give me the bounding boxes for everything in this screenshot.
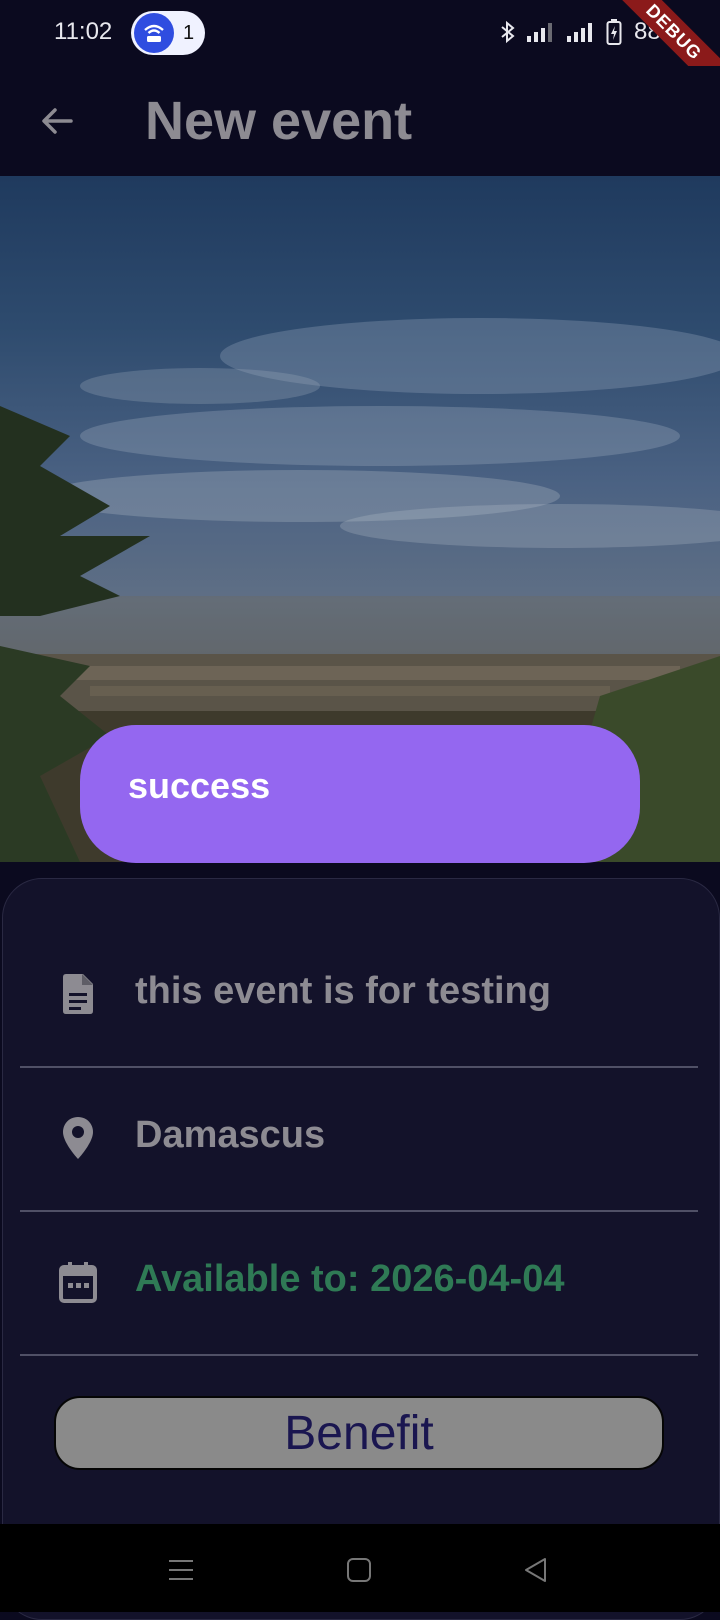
description-row: this event is for testing bbox=[20, 922, 698, 1066]
hotspot-count: 1 bbox=[183, 21, 195, 44]
event-location: Damascus bbox=[135, 1114, 326, 1156]
hotspot-indicator[interactable]: 1 bbox=[131, 11, 205, 55]
home-button[interactable] bbox=[339, 1550, 379, 1590]
bluetooth-icon bbox=[501, 20, 515, 44]
availability-row: Available to: 2026-04-04 bbox=[20, 1210, 698, 1354]
battery-icon bbox=[606, 19, 622, 45]
location-row: Damascus bbox=[20, 1066, 698, 1210]
menu-icon bbox=[169, 1560, 193, 1580]
system-nav-bar bbox=[0, 1524, 720, 1612]
calendar-icon bbox=[56, 1260, 100, 1304]
triangle-back-icon bbox=[525, 1558, 546, 1582]
event-description: this event is for testing bbox=[135, 970, 551, 1012]
back-nav-button[interactable] bbox=[516, 1550, 556, 1590]
document-icon bbox=[56, 972, 100, 1016]
status-bar: 11:02 1 DEBUG bbox=[0, 0, 720, 106]
signal-icon-2 bbox=[567, 23, 592, 42]
back-button[interactable] bbox=[30, 94, 84, 148]
home-icon bbox=[347, 1558, 371, 1582]
benefit-button[interactable]: Benefit bbox=[54, 1396, 664, 1470]
page-title: New event bbox=[145, 91, 413, 151]
success-snackbar: success bbox=[80, 725, 640, 863]
app-bar: New event bbox=[0, 66, 720, 176]
arrow-left-icon bbox=[42, 108, 73, 134]
snackbar-message: success bbox=[128, 765, 271, 806]
divider bbox=[20, 1354, 698, 1356]
signal-icon bbox=[527, 23, 552, 42]
availability-date: Available to: 2026-04-04 bbox=[135, 1258, 565, 1300]
menu-button[interactable] bbox=[161, 1550, 201, 1590]
hotspot-icon bbox=[134, 13, 174, 53]
location-pin-icon bbox=[56, 1116, 100, 1160]
status-time: 11:02 bbox=[54, 18, 113, 45]
